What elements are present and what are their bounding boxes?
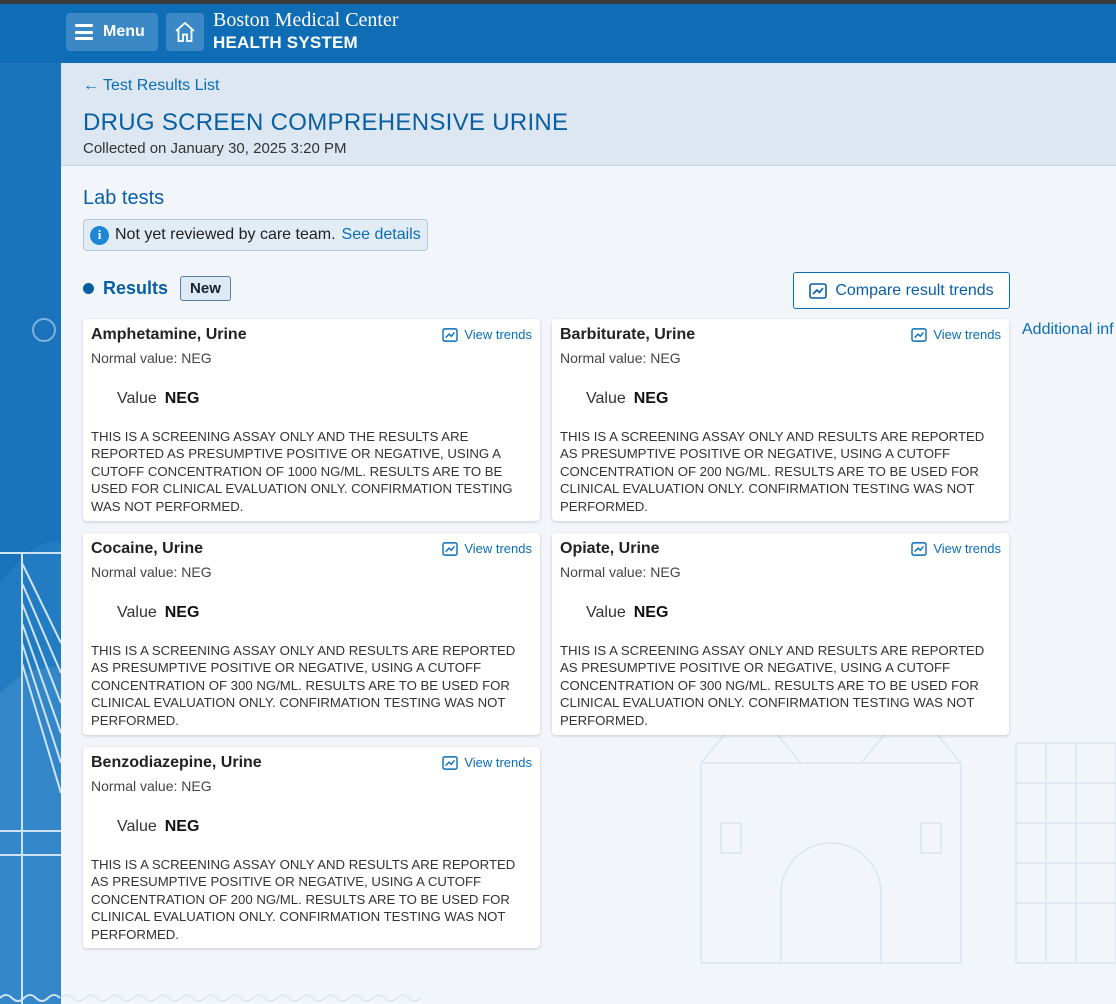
- result-comment: THIS IS A SCREENING ASSAY ONLY AND THE R…: [91, 429, 513, 514]
- bmc-logo[interactable]: Boston Medical Center HEALTH SYSTEM: [213, 10, 399, 51]
- value-label: Value: [117, 818, 157, 835]
- normal-value: Normal value: NEG: [91, 564, 212, 580]
- value-label: Value: [586, 604, 626, 621]
- compare-result-trends-button[interactable]: Compare result trends: [793, 272, 1010, 309]
- trend-chart-icon: [442, 755, 459, 770]
- unread-dot-icon: [83, 283, 94, 294]
- result-name: Amphetamine, Urine: [91, 326, 247, 343]
- result-name: Cocaine, Urine: [91, 540, 204, 557]
- result-value-row: Value NEG: [117, 818, 199, 836]
- result-card-amphetamine: Amphetamine, Urine View trends Normal va…: [83, 319, 540, 521]
- hamburger-icon: [75, 24, 93, 40]
- result-value-row: Value NEG: [586, 604, 668, 622]
- home-button[interactable]: [166, 13, 204, 51]
- result-card-benzodiazepine: Benzodiazepine, Urine View trends Normal…: [83, 747, 540, 948]
- result-value: NEG: [164, 818, 200, 835]
- additional-info-link[interactable]: Additional inf: [1022, 321, 1114, 339]
- result-value: NEG: [164, 390, 200, 407]
- see-details-link[interactable]: See details: [342, 226, 421, 244]
- arrow-left-icon: ←: [83, 77, 99, 94]
- logo-line2: HEALTH SYSTEM: [213, 33, 358, 52]
- value-label: Value: [586, 390, 626, 407]
- result-value: NEG: [164, 604, 200, 621]
- trend-chart-icon: [809, 282, 828, 299]
- menu-label: Menu: [103, 23, 145, 40]
- review-notice: i Not yet reviewed by care team. See det…: [83, 219, 428, 251]
- trend-chart-icon: [911, 541, 928, 556]
- page-title: DRUG SCREEN COMPREHENSIVE URINE: [83, 109, 569, 136]
- compare-button-label: Compare result trends: [835, 281, 994, 299]
- result-name: Opiate, Urine: [560, 540, 660, 557]
- result-comment: THIS IS A SCREENING ASSAY ONLY AND RESUL…: [91, 857, 516, 942]
- view-trends-link[interactable]: View trends: [911, 327, 1001, 342]
- main-content: ← Test Results List DRUG SCREEN COMPREHE…: [61, 63, 1116, 1004]
- normal-value: Normal value: NEG: [91, 350, 212, 366]
- trend-chart-icon: [442, 327, 459, 342]
- result-name: Benzodiazepine, Urine: [91, 754, 262, 771]
- trend-chart-icon: [442, 541, 459, 556]
- view-trends-label: View trends: [464, 541, 532, 556]
- menu-button[interactable]: Menu: [66, 13, 158, 51]
- page-header: ← Test Results List DRUG SCREEN COMPREHE…: [61, 63, 1116, 166]
- new-badge: New: [180, 276, 231, 301]
- normal-value: Normal value: NEG: [91, 778, 212, 794]
- app-header: Menu Boston Medical Center HEALTH SYSTEM: [0, 4, 1116, 63]
- view-trends-link[interactable]: View trends: [911, 541, 1001, 556]
- results-label: Results: [103, 278, 169, 298]
- home-icon: [175, 21, 195, 42]
- back-to-results-link[interactable]: ← Test Results List: [83, 77, 219, 95]
- result-value-row: Value NEG: [117, 604, 199, 622]
- result-card-barbiturate: Barbiturate, Urine View trends Normal va…: [552, 319, 1009, 521]
- trend-chart-icon: [911, 327, 928, 342]
- view-trends-label: View trends: [464, 755, 532, 770]
- view-trends-link[interactable]: View trends: [442, 327, 532, 342]
- result-comment: THIS IS A SCREENING ASSAY ONLY AND RESUL…: [91, 643, 516, 728]
- view-trends-link[interactable]: View trends: [442, 541, 532, 556]
- view-trends-label: View trends: [933, 327, 1001, 342]
- view-trends-label: View trends: [464, 327, 532, 342]
- value-label: Value: [117, 390, 157, 407]
- result-value: NEG: [633, 604, 669, 621]
- collected-date: Collected on January 30, 2025 3:20 PM: [83, 140, 347, 157]
- normal-value: Normal value: NEG: [560, 564, 681, 580]
- left-decoration: [0, 63, 61, 1004]
- view-trends-link[interactable]: View trends: [442, 755, 532, 770]
- result-card-cocaine: Cocaine, Urine View trends Normal value:…: [83, 533, 540, 735]
- logo-line1: Boston Medical Center: [213, 9, 399, 31]
- result-value-row: Value NEG: [117, 390, 199, 408]
- normal-value: Normal value: NEG: [560, 350, 681, 366]
- info-icon: i: [90, 225, 109, 245]
- result-comment: THIS IS A SCREENING ASSAY ONLY AND RESUL…: [560, 643, 985, 728]
- value-label: Value: [117, 604, 157, 621]
- result-comment: THIS IS A SCREENING ASSAY ONLY AND RESUL…: [560, 429, 985, 514]
- view-trends-label: View trends: [933, 541, 1001, 556]
- back-link-label: Test Results List: [103, 77, 220, 94]
- section-title: Lab tests: [83, 187, 165, 209]
- result-name: Barbiturate, Urine: [560, 326, 696, 343]
- notice-text: Not yet reviewed by care team.: [115, 226, 336, 243]
- result-card-opiate: Opiate, Urine View trends Normal value: …: [552, 533, 1009, 735]
- result-value: NEG: [633, 390, 669, 407]
- result-value-row: Value NEG: [586, 390, 668, 408]
- results-header: Results New: [83, 276, 231, 301]
